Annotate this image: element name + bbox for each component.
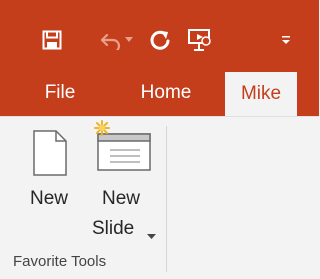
- save-icon[interactable]: [39, 27, 65, 53]
- new-slide-label-line1: New: [102, 188, 141, 209]
- new-slide-button[interactable]: New Slide: [90, 118, 158, 244]
- blank-document-icon: [33, 130, 67, 181]
- tab-mike[interactable]: Mike: [225, 72, 297, 116]
- new-button[interactable]: New: [24, 124, 80, 214]
- customize-qat-icon[interactable]: [279, 27, 293, 53]
- undo-dropdown-icon[interactable]: [124, 27, 134, 53]
- tab-home[interactable]: Home: [134, 70, 198, 116]
- chevron-down-icon: [147, 227, 156, 245]
- repeat-icon[interactable]: [147, 27, 173, 53]
- tab-file[interactable]: File: [34, 70, 86, 116]
- undo-icon[interactable]: [99, 27, 125, 53]
- group-separator: [166, 126, 167, 272]
- new-slide-icon: [92, 120, 152, 177]
- new-button-label: New: [30, 188, 69, 209]
- new-slide-label-line2: Slide: [92, 218, 135, 239]
- group-label-favorite-tools: Favorite Tools: [13, 253, 107, 270]
- present-from-beginning-icon[interactable]: [186, 27, 214, 53]
